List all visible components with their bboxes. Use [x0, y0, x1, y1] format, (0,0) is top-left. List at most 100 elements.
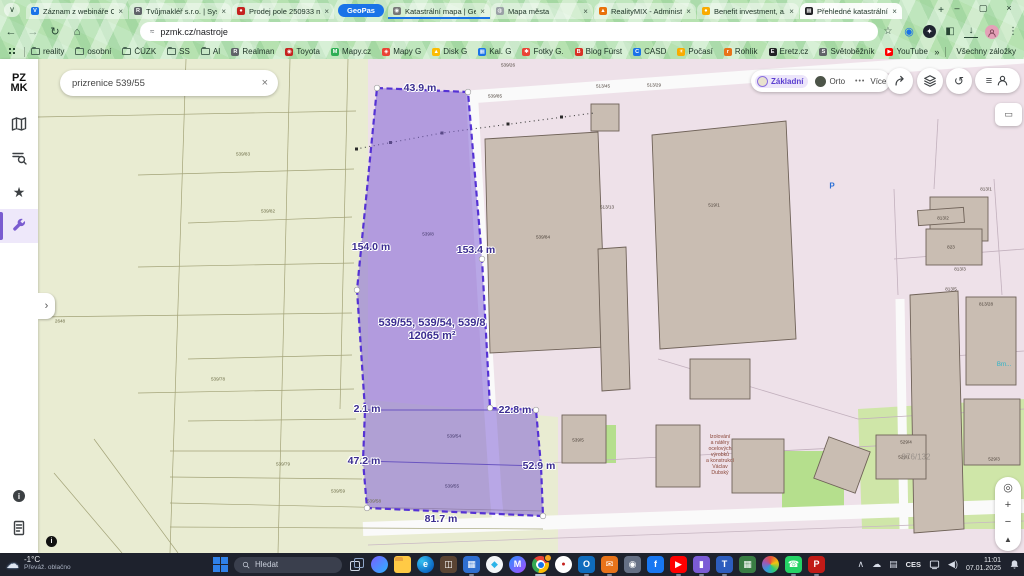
bookmark-item[interactable]: osobní: [75, 47, 111, 56]
zoom-out-button[interactable]: −: [995, 514, 1021, 531]
tab-close-icon[interactable]: ×: [324, 7, 329, 16]
tab-close-icon[interactable]: ×: [480, 7, 485, 16]
taskbar-app-icon[interactable]: ▦: [739, 556, 756, 573]
taskbar-app-icon[interactable]: ◆: [486, 556, 503, 573]
browser-tab[interactable]: ● Benefit investment, a.s. (v ×: [697, 3, 799, 19]
close-button[interactable]: ×: [996, 0, 1022, 17]
notification-bell-icon[interactable]: [1009, 559, 1020, 570]
minimize-button[interactable]: –: [944, 0, 970, 17]
taskbar-app-icon[interactable]: ▮: [693, 556, 710, 573]
taskbar-clock[interactable]: 11:01 07.01.2025: [966, 557, 1001, 573]
taskbar-app-icon[interactable]: ◉: [624, 556, 641, 573]
search-input[interactable]: [70, 77, 262, 90]
map-canvas[interactable]: 2648539/83539/82539/78539/79539/59539/58…: [38, 59, 1024, 553]
weather-widget[interactable]: ☁ -1°C Převáž. oblačno: [6, 555, 71, 572]
account-menu-button[interactable]: ≡: [975, 68, 1020, 93]
touch-keyboard-icon[interactable]: ▤: [889, 559, 898, 570]
taskbar-app-icon[interactable]: [371, 556, 388, 573]
tab-close-icon[interactable]: ×: [892, 7, 897, 16]
bookmark-item[interactable]: ▶ YouTube: [885, 47, 927, 56]
taskbar-app-icon[interactable]: [762, 556, 779, 573]
measure-card-button[interactable]: ▭: [995, 103, 1022, 126]
volume-icon[interactable]: ◀): [948, 559, 958, 570]
action-center-icon[interactable]: [929, 559, 940, 570]
home-button[interactable]: ⌂: [66, 26, 88, 38]
taskbar-app-icon[interactable]: [348, 556, 365, 573]
bookmark-item[interactable]: SS: [167, 47, 190, 56]
browser-tab[interactable]: ◉ Katastrální mapa | GeoPa ×: [388, 3, 490, 19]
map-info-button[interactable]: i: [46, 536, 57, 547]
taskbar-app-icon[interactable]: ✉: [601, 556, 618, 573]
taskbar-app-icon[interactable]: ▶: [670, 556, 687, 573]
taskbar-app-icon[interactable]: P: [808, 556, 825, 573]
bookmark-item[interactable]: AI: [201, 47, 221, 56]
browser-tab[interactable]: GeoPas: [338, 4, 384, 17]
site-settings-icon[interactable]: ≈: [150, 27, 153, 36]
bookmark-item[interactable]: r Rohlík: [724, 47, 758, 56]
parcel-search-box[interactable]: ×: [60, 70, 278, 96]
tray-chevron-icon[interactable]: ∧: [858, 559, 865, 570]
basemap-orto[interactable]: Orto: [813, 75, 850, 88]
onedrive-cloud-icon[interactable]: ☁: [872, 559, 881, 570]
maximize-button[interactable]: ▢: [970, 0, 996, 17]
bookmark-item[interactable]: ◉ Toyota: [285, 47, 320, 56]
bookmark-star-icon[interactable]: ☆: [881, 26, 895, 37]
bookmark-item[interactable]: S Světoběžník: [819, 47, 874, 56]
bookmark-item[interactable]: ▲ Disk G: [432, 47, 467, 56]
layers-button[interactable]: [917, 68, 943, 94]
tab-close-icon[interactable]: ×: [118, 7, 123, 16]
tools-button[interactable]: [0, 209, 38, 243]
clear-search-icon[interactable]: ×: [262, 77, 268, 89]
address-bar[interactable]: ≈ pzmk.cz/nastroje: [140, 22, 878, 41]
taskbar-app-icon[interactable]: e: [417, 556, 434, 573]
browser-menu-icon[interactable]: ⋮: [1006, 26, 1020, 37]
bookmark-item[interactable]: ◈ Mapy G: [382, 47, 421, 56]
bookmark-item[interactable]: ČÚZK: [122, 47, 156, 56]
language-indicator[interactable]: CES: [906, 560, 921, 569]
tab-close-icon[interactable]: ×: [221, 7, 226, 16]
basemap-zakladni[interactable]: Základní: [755, 75, 808, 88]
bookmark-item[interactable]: ✱ Fotky G.: [522, 47, 563, 56]
taskbar-app-icon[interactable]: T: [716, 556, 733, 573]
tab-close-icon[interactable]: ×: [583, 7, 588, 16]
sidebar-expander[interactable]: ›: [38, 293, 55, 319]
back-button[interactable]: ←: [0, 26, 22, 38]
downloads-icon[interactable]: ↓: [964, 26, 978, 38]
locate-button[interactable]: ◎: [995, 480, 1021, 497]
apps-grid-icon[interactable]: [8, 47, 18, 57]
browser-tab[interactable]: ● Prodej pole 250933 m², M ×: [232, 3, 334, 19]
browser-tab[interactable]: ▦ Přehledné katastrální map ×: [800, 3, 902, 19]
bookmark-item[interactable]: R Realman: [231, 47, 274, 56]
taskbar-app-icon[interactable]: ◫: [440, 556, 457, 573]
taskbar-app-icon[interactable]: ▦: [463, 556, 480, 573]
bookmark-item[interactable]: ▦ Kal. G: [478, 47, 511, 56]
bookmark-item[interactable]: ☀ Počasí: [677, 47, 712, 56]
dark-extension-icon[interactable]: ✦: [923, 25, 936, 38]
profile-avatar[interactable]: [985, 25, 999, 39]
tab-close-icon[interactable]: ×: [789, 7, 794, 16]
tab-close-icon[interactable]: ×: [686, 7, 691, 16]
taskbar-app-icon[interactable]: f: [647, 556, 664, 573]
bookmark-item[interactable]: C CASD: [633, 47, 666, 56]
parcel-search-tool-button[interactable]: [0, 141, 38, 175]
taskbar-app-icon[interactable]: ●: [555, 556, 572, 573]
bookmark-item[interactable]: B Blog Fürst: [575, 47, 622, 56]
info-button[interactable]: i: [0, 479, 38, 513]
directions-button[interactable]: [887, 68, 913, 94]
zoom-in-button[interactable]: +: [995, 497, 1021, 514]
forward-button[interactable]: →: [22, 26, 44, 38]
all-bookmarks-button[interactable]: Všechny záložky: [952, 47, 1016, 56]
documents-button[interactable]: [0, 511, 38, 545]
taskbar-app-icon[interactable]: M: [509, 556, 526, 573]
basemap-more-button[interactable]: Více: [870, 77, 886, 86]
taskbar-app-icon[interactable]: O: [578, 556, 595, 573]
extensions-puzzle-icon[interactable]: ◧: [943, 26, 957, 37]
bookmark-item[interactable]: reality: [31, 47, 64, 56]
map-tool-button[interactable]: [0, 107, 38, 141]
bookmark-item[interactable]: E Eretz.cz: [769, 47, 809, 56]
taskbar-search[interactable]: Hledat: [234, 557, 342, 573]
favorites-button[interactable]: ★: [0, 175, 38, 209]
history-button[interactable]: ↺: [946, 68, 972, 94]
browser-tab[interactable]: V Záznam z webináře CeMa ×: [26, 3, 128, 19]
taskbar-app-icon[interactable]: [532, 556, 549, 573]
